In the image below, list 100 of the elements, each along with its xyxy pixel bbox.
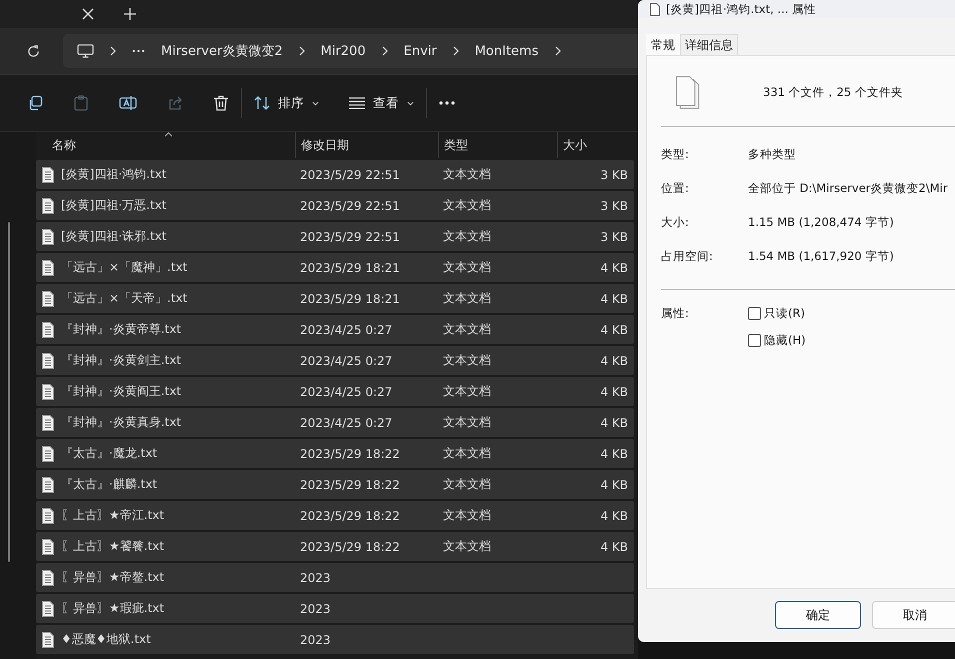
file-name: 〖异兽〗★帝鳌.txt [61,569,164,586]
file-row[interactable]: [炎黄]四祖·诛邪.txt 2023/5/29 22:51 文本文档 3 KB [36,222,634,251]
sort-icon [254,95,270,111]
sort-button[interactable]: 排序 [254,94,319,112]
column-header[interactable]: 名称 [36,132,295,158]
chevron-icon [382,46,388,56]
document-icon [42,166,54,182]
modified-date: 2023/4/25 0:27 [300,354,392,368]
document-icon [42,632,54,648]
file-row[interactable]: 『封神』·炎黄帝尊.txt 2023/4/25 0:27 文本文档 4 KB [36,315,634,344]
modified-date: 2023/5/29 22:51 [300,168,400,182]
close-icon[interactable] [82,8,94,20]
checkbox[interactable]: 隐藏(H) [748,333,806,348]
file-name: 〖上古〗★饕餮.txt [61,538,164,555]
file-name: 「远古」×「魔神」.txt [61,259,188,276]
chevron-icon [110,46,116,56]
rename-icon[interactable] [119,95,137,111]
file-row[interactable]: 〖异兽〗★帝鳌.txt 2023 [36,563,634,592]
modified-date: 2023/5/29 22:51 [300,230,400,244]
file-name: 『封神』·炎黄真身.txt [61,414,182,431]
tab[interactable]: 常规 [646,34,680,55]
tab[interactable]: 详细信息 [680,34,738,55]
file-size: 4 KB [600,260,628,274]
column-header[interactable]: 类型 [438,132,557,158]
modified-date: 2023 [300,632,331,646]
document-icon [42,476,54,492]
file-size: 4 KB [600,508,628,522]
file-name: 『封神』·炎黄帝尊.txt [61,321,182,338]
document-icon [42,414,54,430]
chevron-icon [554,46,560,56]
file-row[interactable]: 「远古」×「天帝」.txt 2023/5/29 18:21 文本文档 4 KB [36,284,634,313]
document-icon [42,260,54,276]
address-bar[interactable]: Mirserver炎黄微变2 Mir200 Envir MonItems [63,34,638,68]
document-icon [42,384,54,400]
file-type: 文本文档 [443,167,491,181]
checkbox[interactable]: 只读(R) [748,306,806,321]
document-icon [42,446,54,462]
copy-icon[interactable] [27,95,43,111]
file-row[interactable]: 『封神』·炎黄真身.txt 2023/4/25 0:27 文本文档 4 KB [36,408,634,437]
file-type: 文本文档 [443,415,491,429]
column-header[interactable]: 修改日期 [295,132,438,158]
scrollbar[interactable] [8,222,10,562]
file-row[interactable]: 「远古」×「魔神」.txt 2023/5/29 18:21 文本文档 4 KB [36,253,634,282]
file-size: 4 KB [600,322,628,336]
property-value: 1.15 MB (1,208,474 字节) [748,214,894,230]
file-row[interactable]: 〖异兽〗★瑕疵.txt 2023 [36,594,634,623]
computer-icon [77,44,94,58]
document-icon [650,2,660,16]
document-icon [42,322,54,338]
file-name: 『封神』·炎黄剑主.txt [61,352,182,369]
file-name: 『封神』·炎黄阎王.txt [61,383,182,400]
file-name: [炎黄]四祖·鸿钧.txt [61,166,167,183]
file-row[interactable]: [炎黄]四祖·鸿钧.txt 2023/5/29 22:51 文本文档 3 KB [36,160,634,189]
file-size: 4 KB [600,354,628,368]
modified-date: 2023/5/29 22:51 [300,198,400,212]
more-icon[interactable] [439,101,455,105]
file-size: 4 KB [600,478,628,492]
document-icon [42,198,54,214]
plus-icon[interactable] [124,8,136,20]
column-label: 名称 [52,136,76,154]
dialog-button[interactable]: 取消 [872,601,955,629]
file-row[interactable]: 〖上古〗★帝江.txt 2023/5/29 18:22 文本文档 4 KB [36,501,634,530]
caret-icon [407,100,414,106]
file-type: 文本文档 [443,384,491,398]
file-type: 文本文档 [443,198,491,212]
file-row[interactable]: 『太古』·魔龙.txt 2023/5/29 18:22 文本文档 4 KB [36,439,634,468]
breadcrumb-item[interactable]: MonItems [474,44,538,58]
trash-icon[interactable] [213,95,229,111]
breadcrumb-item[interactable]: Mirserver炎黄微变2 [161,42,283,60]
file-type: 文本文档 [443,539,491,553]
file-type: 文本文档 [443,291,491,305]
chevron-icon [452,46,459,56]
document-icon [42,352,54,368]
property-label: 大小: [661,214,690,230]
modified-date: 2023/5/29 18:21 [300,260,400,274]
dialog-title: [炎黄]四祖·鸿钧.txt, ... 属性 [666,2,816,16]
attributes-label: 属性: [661,306,690,322]
file-row[interactable]: 〖上古〗★饕餮.txt 2023/5/29 18:22 文本文档 4 KB [36,532,634,561]
file-name: 「远古」×「天帝」.txt [61,290,188,307]
file-type: 文本文档 [443,353,491,367]
refresh-icon[interactable] [26,44,41,58]
document-icon [42,600,54,616]
column-header[interactable]: 大小 [557,132,634,158]
document-icon [42,538,54,554]
dialog-button[interactable]: 确定 [775,601,861,629]
more-icon[interactable] [132,49,145,53]
file-size: 3 KB [600,168,628,182]
property-value: 全部位于 D:\Mirserver炎黄微变2\Mir [748,180,948,196]
property-value: 多种类型 [748,146,796,162]
breadcrumb-item[interactable]: Envir [404,44,437,58]
file-row[interactable]: 『封神』·炎黄剑主.txt 2023/4/25 0:27 文本文档 4 KB [36,346,634,375]
property-label: 类型: [661,146,690,162]
file-row[interactable]: ♦恶魔♦地狱.txt 2023 [36,625,634,654]
modified-date: 2023 [300,602,331,616]
column-label: 大小 [563,136,587,154]
file-row[interactable]: 『封神』·炎黄阎王.txt 2023/4/25 0:27 文本文档 4 KB [36,377,634,406]
view-button[interactable]: 查看 [349,94,414,112]
breadcrumb-item[interactable]: Mir200 [320,44,366,58]
file-row[interactable]: 『太古』·麒麟.txt 2023/5/29 18:22 文本文档 4 KB [36,470,634,499]
file-row[interactable]: [炎黄]四祖·万恶.txt 2023/5/29 22:51 文本文档 3 KB [36,191,634,220]
